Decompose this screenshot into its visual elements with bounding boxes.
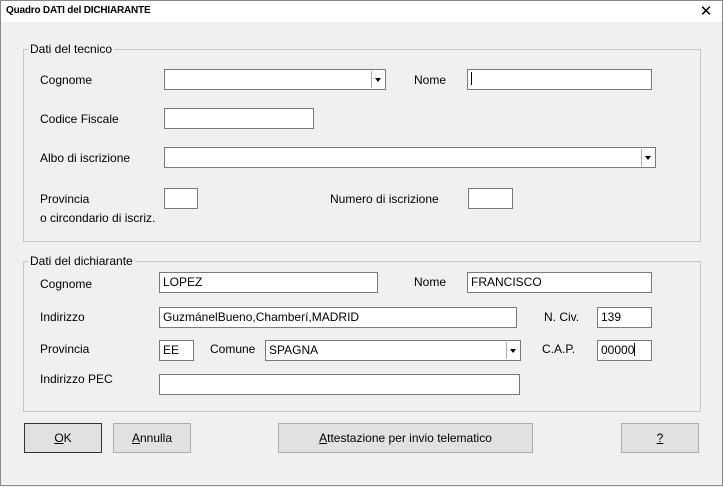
tecnico-provincia-input[interactable] [164,188,198,209]
dichiarante-cognome-input[interactable]: LOPEZ [159,272,378,293]
codice-fiscale-label: Codice Fiscale [40,112,119,126]
albo-label: Albo di iscrizione [40,151,131,165]
pec-input[interactable] [159,374,520,395]
cap-input[interactable]: 00000 [597,340,652,361]
indirizzo-input[interactable]: GuzmánelBueno,Chamberí,MADRID [159,307,517,328]
chevron-down-icon[interactable] [641,149,654,166]
tecnico-provincia-sublabel: o circondario di iscriz. [40,211,156,225]
tecnico-provincia-label: Provincia [40,192,90,206]
tecnico-cognome-label: Cognome [40,73,93,87]
annulla-button[interactable]: Annulla [113,423,191,453]
ok-button[interactable]: OK [24,423,102,453]
window-title: Quadro DATI del DICHIARANTE [6,5,151,16]
chevron-down-icon[interactable] [506,342,519,359]
nciv-label: N. Civ. [544,310,580,324]
dichiarante-nome-input[interactable]: FRANCISCO [467,272,652,293]
text-cursor [634,343,636,356]
comune-label: Comune [210,342,256,356]
tecnico-legend: Dati del tecnico [30,42,113,56]
chevron-down-icon[interactable] [371,71,384,88]
help-button[interactable]: ? [621,423,699,453]
close-icon[interactable]: ✕ [696,2,716,22]
attestazione-button[interactable]: Attestazione per invio telematico [278,423,533,453]
title-bar: Quadro DATI del DICHIARANTE ✕ [0,0,723,23]
tecnico-cognome-combo[interactable] [164,69,386,90]
text-cursor [471,72,472,85]
dialog-body: Dati del tecnico Cognome Nome Codice Fis… [0,22,723,486]
dichiarante-cognome-label: Cognome [40,277,93,291]
cap-label: C.A.P. [542,342,576,356]
tecnico-nome-input[interactable] [467,69,652,90]
dichiarante-legend: Dati del dichiarante [30,254,133,268]
pec-label: Indirizzo PEC [40,372,113,386]
codice-fiscale-input[interactable] [164,108,314,129]
numero-iscrizione-input[interactable] [468,188,513,209]
comune-combo[interactable]: SPAGNA [265,340,521,361]
numero-iscrizione-label: Numero di iscrizione [330,192,439,206]
tecnico-nome-label: Nome [414,73,447,87]
dichiarante-nome-label: Nome [414,275,447,289]
indirizzo-label: Indirizzo [40,310,85,324]
nciv-input[interactable]: 139 [597,307,652,328]
dichiarante-provincia-label: Provincia [40,342,90,356]
dichiarante-provincia-input[interactable]: EE [159,340,194,361]
albo-combo[interactable] [164,147,656,168]
